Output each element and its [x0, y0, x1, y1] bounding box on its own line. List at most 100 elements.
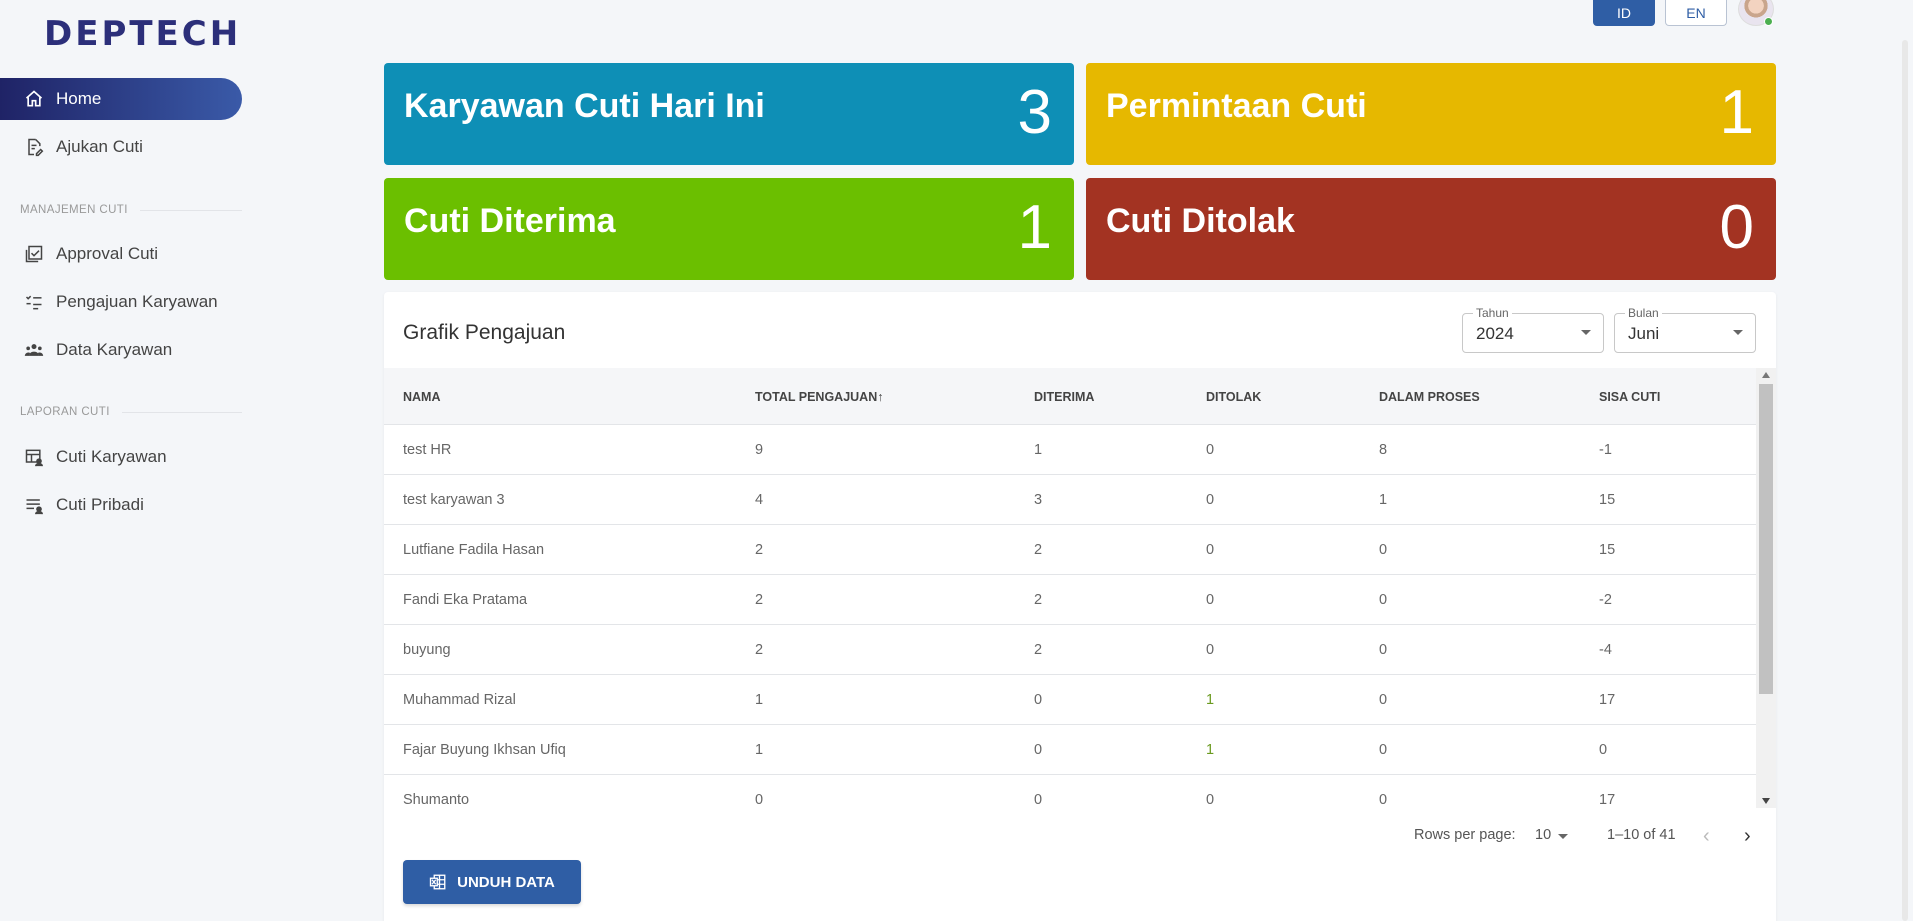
scroll-thumb[interactable] [1759, 384, 1773, 694]
pagination-range: 1–10 of 41 [1607, 827, 1676, 843]
sidebar-item-pengajuan-karyawan[interactable]: Pengajuan Karyawan [0, 281, 242, 323]
column-header-nama[interactable]: NAMA [403, 390, 441, 404]
column-header-sisa-cuti[interactable]: SISA CUTI [1599, 390, 1660, 404]
data-table: NAMA TOTAL PENGAJUAN↑ DITERIMA DITOLAK D… [384, 368, 1756, 808]
stat-title: Karyawan Cuti Hari Ini [404, 87, 765, 125]
column-header-total-pengajuan[interactable]: TOTAL PENGAJUAN↑ [755, 390, 884, 404]
year-select-value: 2024 [1476, 324, 1514, 343]
sidebar-item-approval-cuti[interactable]: Approval Cuti [0, 233, 242, 275]
cell-ditolak: 0 [1206, 442, 1215, 458]
stat-card-cuti-ditolak: Cuti Ditolak 0 [1086, 178, 1776, 280]
cell-total: 2 [755, 642, 764, 658]
stat-card-permintaan-cuti: Permintaan Cuti 1 [1086, 63, 1776, 165]
rows-per-page-select[interactable]: 10 [1535, 827, 1551, 843]
lang-id-button[interactable]: ID [1593, 0, 1655, 26]
sidebar-section-manajemen: MANAJEMEN CUTI [20, 204, 242, 216]
sidebar-item-label: Pengajuan Karyawan [56, 292, 218, 311]
table-row: Muhammad Rizal 1 0 1 0 17 [384, 675, 1756, 725]
cell-total: 0 [755, 792, 764, 808]
cell-total: 2 [755, 542, 764, 558]
stat-value: 1 [1719, 78, 1754, 147]
table-row: Shumanto 0 0 0 0 17 [384, 775, 1756, 808]
cell-total: 1 [755, 692, 764, 708]
cell-nama: Fajar Buyung Ikhsan Ufiq [403, 742, 566, 758]
cell-dalam-proses: 8 [1379, 442, 1388, 458]
sidebar-item-data-karyawan[interactable]: Data Karyawan [0, 329, 242, 371]
cell-sisa-cuti: 17 [1599, 792, 1616, 808]
scroll-up-arrow-icon[interactable] [1762, 372, 1770, 378]
table-scrollbar[interactable] [1756, 368, 1776, 808]
lang-en-button[interactable]: EN [1665, 0, 1727, 26]
stat-title: Cuti Diterima [404, 202, 616, 240]
cell-diterima: 2 [1034, 542, 1043, 558]
sidebar-item-cuti-karyawan[interactable]: Cuti Karyawan [0, 436, 242, 478]
cell-dalam-proses: 0 [1379, 592, 1388, 608]
cell-total: 1 [755, 742, 764, 758]
sidebar-item-home[interactable]: Home [0, 78, 242, 120]
cell-diterima: 3 [1034, 492, 1043, 508]
cell-sisa-cuti: -1 [1599, 442, 1612, 458]
next-page-icon[interactable]: › [1744, 825, 1751, 848]
brand-logo[interactable]: DEPTECH [44, 14, 241, 54]
table-row: test karyawan 3 4 3 0 1 15 [384, 475, 1756, 525]
cell-ditolak: 0 [1206, 642, 1215, 658]
year-select-label: Tahun [1473, 306, 1512, 320]
cell-diterima: 0 [1034, 792, 1043, 808]
cell-nama: Lutfiane Fadila Hasan [403, 542, 545, 558]
cell-dalam-proses: 0 [1379, 692, 1388, 708]
cell-sisa-cuti: 0 [1599, 742, 1608, 758]
cell-nama: Muhammad Rizal [403, 692, 516, 708]
table-user-icon [25, 449, 44, 467]
sidebar-item-ajukan-cuti[interactable]: Ajukan Cuti [0, 126, 242, 168]
cell-total: 9 [755, 442, 764, 458]
sort-arrow-icon: ↑ [877, 390, 884, 404]
cell-total: 2 [755, 592, 764, 608]
table-row: test HR 9 1 0 8 -1 [384, 425, 1756, 475]
cell-diterima: 2 [1034, 592, 1043, 608]
sidebar-item-label: Ajukan Cuti [56, 137, 143, 156]
cell-sisa-cuti: -2 [1599, 592, 1612, 608]
prev-page-icon[interactable]: ‹ [1703, 825, 1710, 848]
table-row: Fajar Buyung Ikhsan Ufiq 1 0 1 0 0 [384, 725, 1756, 775]
cell-total: 4 [755, 492, 764, 508]
sidebar-item-cuti-pribadi[interactable]: Cuti Pribadi [0, 484, 242, 526]
sidebar-item-label: Approval Cuti [56, 244, 159, 263]
month-select[interactable]: Bulan Juni [1614, 306, 1756, 353]
column-header-ditolak[interactable]: DITOLAK [1206, 390, 1261, 404]
stat-value: 3 [1017, 78, 1052, 147]
table-row: Lutfiane Fadila Hasan 2 2 0 0 15 [384, 525, 1756, 575]
sidebar-item-label: Cuti Karyawan [56, 447, 167, 466]
column-header-dalam-proses[interactable]: DALAM PROSES [1379, 390, 1480, 404]
table-row: Fandi Eka Pratama 2 2 0 0 -2 [384, 575, 1756, 625]
cell-sisa-cuti: 15 [1599, 492, 1616, 508]
people-icon [24, 344, 44, 356]
sidebar-item-label: Data Karyawan [56, 340, 173, 359]
scroll-down-arrow-icon[interactable] [1762, 798, 1770, 804]
cell-diterima: 0 [1034, 692, 1043, 708]
cell-nama: buyung [403, 642, 451, 658]
page-scrollbar[interactable] [1902, 40, 1908, 921]
home-icon [25, 90, 43, 107]
cell-dalam-proses: 1 [1379, 492, 1388, 508]
cell-sisa-cuti: 15 [1599, 542, 1616, 558]
chevron-down-icon[interactable] [1558, 834, 1568, 839]
cell-dalam-proses: 0 [1379, 792, 1388, 808]
stat-value: 0 [1719, 193, 1754, 262]
cell-ditolak: 1 [1206, 692, 1215, 708]
sidebar-item-label: Cuti Pribadi [56, 495, 144, 514]
download-label: UNDUH DATA [457, 873, 555, 891]
document-edit-icon [28, 138, 44, 157]
online-status-dot [1764, 17, 1773, 26]
cell-nama: test HR [403, 442, 452, 458]
cell-diterima: 2 [1034, 642, 1043, 658]
cell-sisa-cuti: 17 [1599, 692, 1616, 708]
chevron-down-icon [1733, 330, 1743, 335]
cell-diterima: 0 [1034, 742, 1043, 758]
column-header-diterima[interactable]: DITERIMA [1034, 390, 1094, 404]
cell-ditolak: 0 [1206, 592, 1215, 608]
year-select[interactable]: Tahun 2024 [1462, 306, 1604, 353]
cell-nama: Fandi Eka Pratama [403, 592, 528, 608]
cell-diterima: 1 [1034, 442, 1043, 458]
download-data-button[interactable]: UNDUH DATA [403, 860, 581, 904]
sidebar: DEPTECH Home Ajukan Cuti MANAJEMEN CUTI … [0, 0, 250, 921]
